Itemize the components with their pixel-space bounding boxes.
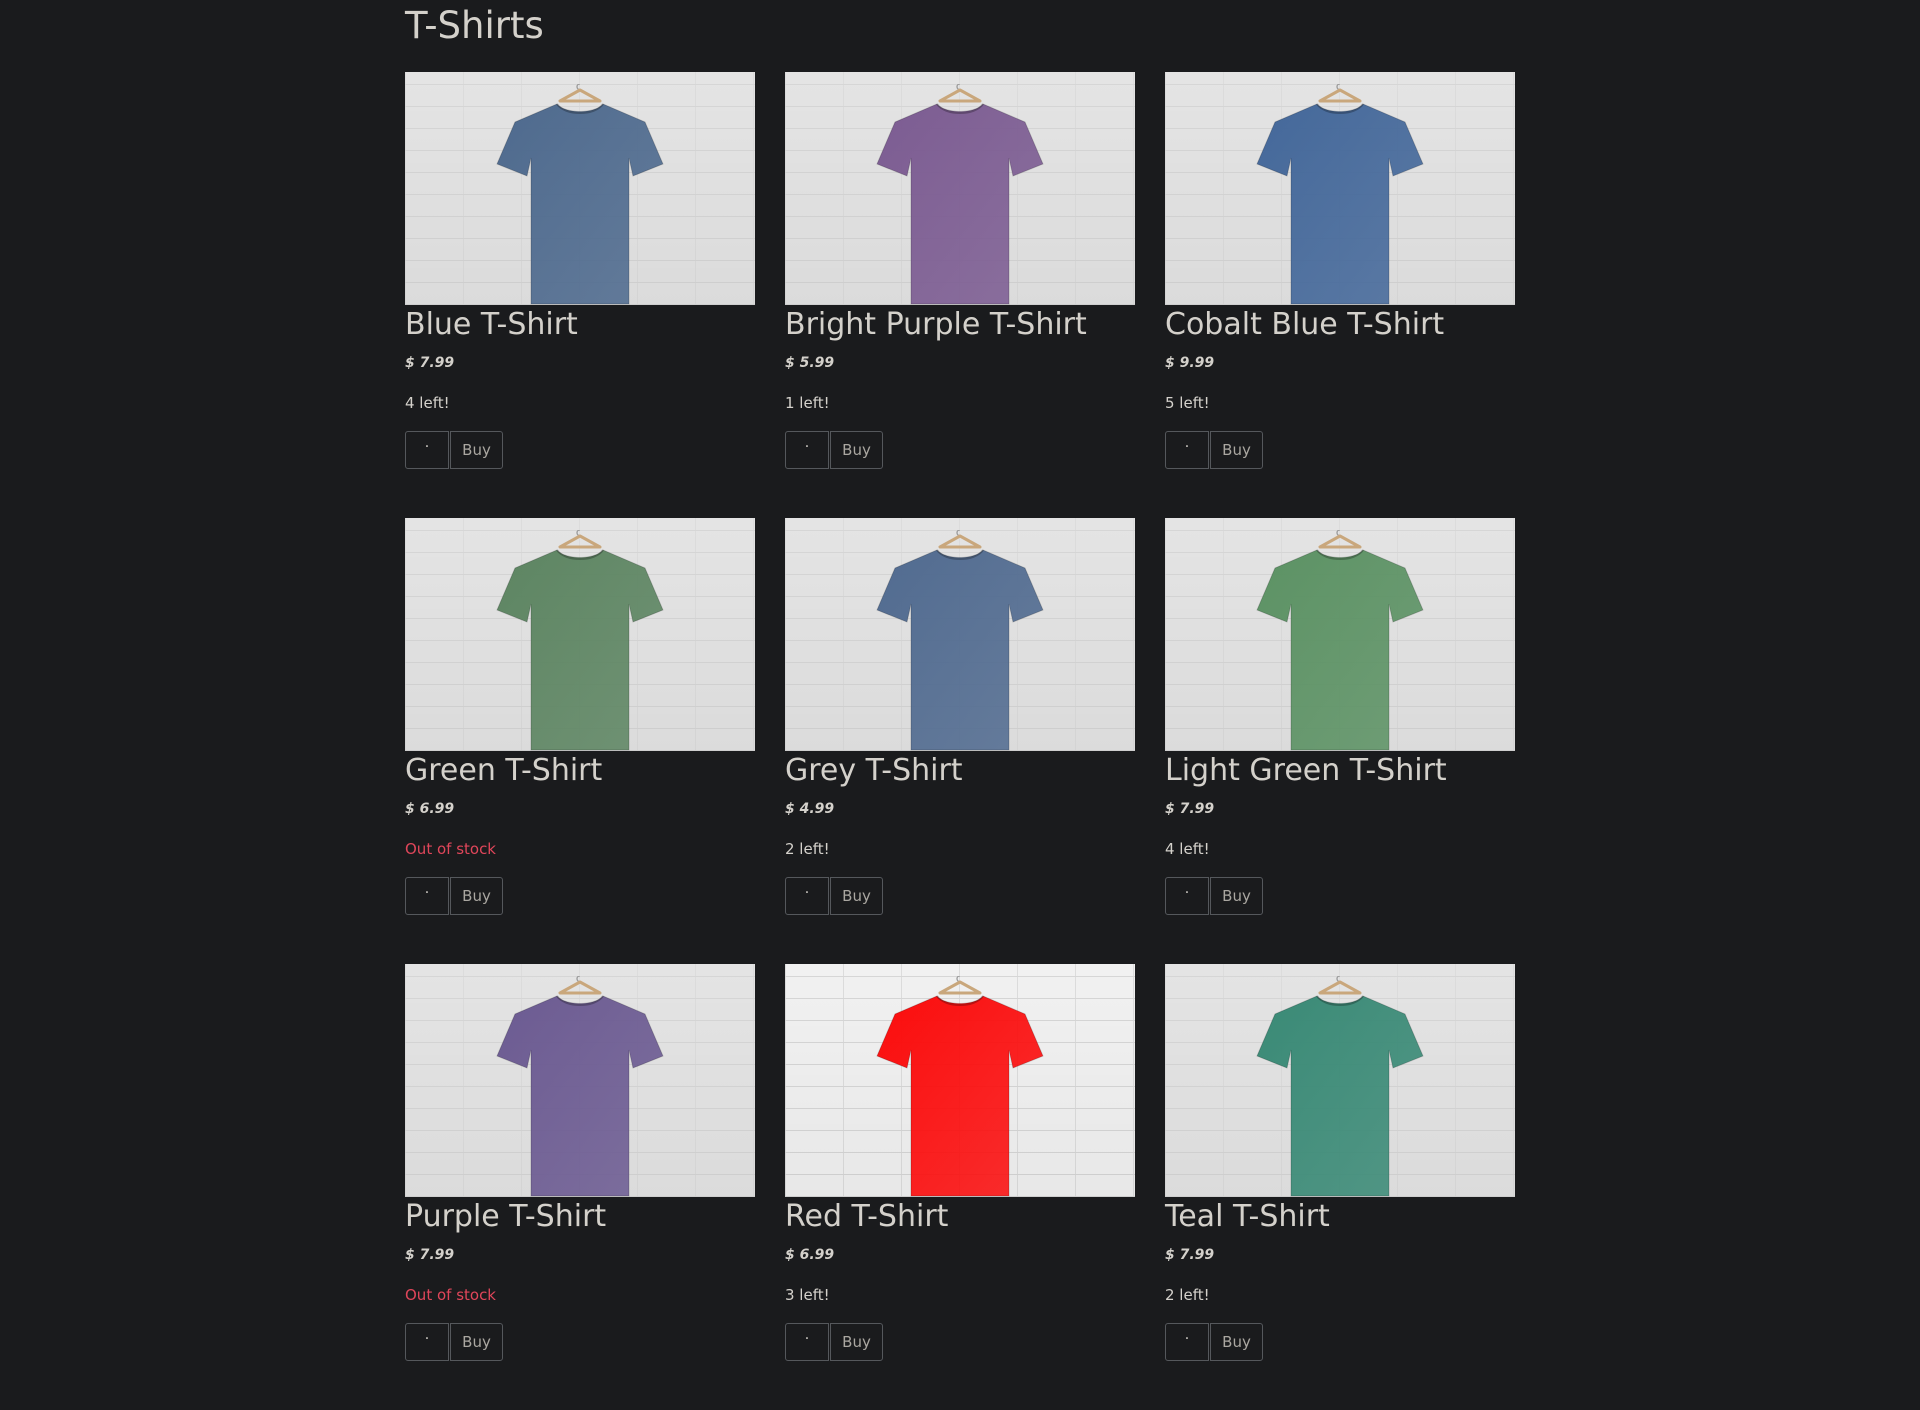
quantity-input[interactable]: · — [785, 877, 829, 915]
product-name[interactable]: Bright Purple T-Shirt — [785, 305, 1135, 345]
quantity-input[interactable]: · — [1165, 431, 1209, 469]
product-image[interactable] — [1165, 518, 1515, 751]
blue-tshirt-image — [496, 103, 664, 305]
buy-controls: · Buy — [405, 877, 755, 915]
product-image[interactable] — [785, 72, 1135, 305]
buy-controls: · Buy — [785, 1323, 1135, 1361]
quantity-input[interactable]: · — [1165, 1323, 1209, 1361]
quantity-input[interactable]: · — [785, 1323, 829, 1361]
quantity-input[interactable]: · — [405, 431, 449, 469]
main-container: T-Shirts Blue T-Shirt $ 7.99 4 left! · B… — [405, 0, 1515, 1410]
product-image[interactable] — [785, 964, 1135, 1197]
product-price: $ 4.99 — [785, 801, 835, 817]
buy-button[interactable]: Buy — [1210, 431, 1263, 469]
quantity-input[interactable]: · — [785, 431, 829, 469]
product-card: Blue T-Shirt $ 7.99 4 left! · Buy — [405, 72, 755, 518]
light-green-tshirt-image — [1256, 549, 1424, 751]
bright-purple-tshirt-image — [876, 103, 1044, 305]
red-tshirt-image — [876, 995, 1044, 1197]
product-name[interactable]: Purple T-Shirt — [405, 1197, 755, 1237]
product-price: $ 7.99 — [405, 1247, 455, 1263]
product-grid: Blue T-Shirt $ 7.99 4 left! · Buy Bright… — [405, 72, 1515, 1410]
product-card: Cobalt Blue T-Shirt $ 9.99 5 left! · Buy — [1165, 72, 1515, 518]
product-name[interactable]: Green T-Shirt — [405, 751, 755, 791]
product-price: $ 6.99 — [785, 1247, 835, 1263]
stock-status: Out of stock — [405, 840, 496, 858]
buy-button[interactable]: Buy — [1210, 1323, 1263, 1361]
product-name[interactable]: Red T-Shirt — [785, 1197, 1135, 1237]
product-name[interactable]: Teal T-Shirt — [1165, 1197, 1515, 1237]
product-image[interactable] — [405, 518, 755, 751]
product-card: Purple T-Shirt $ 7.99 Out of stock · Buy — [405, 964, 755, 1410]
buy-controls: · Buy — [785, 877, 1135, 915]
quantity-input[interactable]: · — [405, 877, 449, 915]
stock-status: 3 left! — [785, 1286, 830, 1304]
product-image[interactable] — [785, 518, 1135, 751]
product-card: Teal T-Shirt $ 7.99 2 left! · Buy — [1165, 964, 1515, 1410]
product-name[interactable]: Blue T-Shirt — [405, 305, 755, 345]
cobalt-blue-tshirt-image — [1256, 103, 1424, 305]
buy-button[interactable]: Buy — [830, 431, 883, 469]
green-tshirt-image — [496, 549, 664, 751]
product-card: Grey T-Shirt $ 4.99 2 left! · Buy — [785, 518, 1135, 964]
buy-button[interactable]: Buy — [450, 431, 503, 469]
product-name[interactable]: Light Green T-Shirt — [1165, 751, 1515, 791]
page-title: T-Shirts — [405, 4, 544, 47]
product-price: $ 7.99 — [1165, 801, 1215, 817]
buy-controls: · Buy — [1165, 877, 1515, 915]
product-image[interactable] — [405, 72, 755, 305]
buy-button[interactable]: Buy — [830, 1323, 883, 1361]
stock-status: 4 left! — [405, 394, 450, 412]
buy-button[interactable]: Buy — [450, 877, 503, 915]
buy-button[interactable]: Buy — [450, 1323, 503, 1361]
product-image[interactable] — [1165, 964, 1515, 1197]
buy-controls: · Buy — [1165, 1323, 1515, 1361]
product-name[interactable]: Cobalt Blue T-Shirt — [1165, 305, 1515, 345]
product-name[interactable]: Grey T-Shirt — [785, 751, 1135, 791]
buy-button[interactable]: Buy — [830, 877, 883, 915]
teal-tshirt-image — [1256, 995, 1424, 1197]
stock-status: 4 left! — [1165, 840, 1210, 858]
product-price: $ 5.99 — [785, 355, 835, 371]
stock-status: Out of stock — [405, 1286, 496, 1304]
stock-status: 2 left! — [1165, 1286, 1210, 1304]
stock-status: 1 left! — [785, 394, 830, 412]
product-card: Light Green T-Shirt $ 7.99 4 left! · Buy — [1165, 518, 1515, 964]
quantity-input[interactable]: · — [405, 1323, 449, 1361]
buy-button[interactable]: Buy — [1210, 877, 1263, 915]
product-card: Red T-Shirt $ 6.99 3 left! · Buy — [785, 964, 1135, 1410]
product-image[interactable] — [405, 964, 755, 1197]
purple-tshirt-image — [496, 995, 664, 1197]
product-card: Green T-Shirt $ 6.99 Out of stock · Buy — [405, 518, 755, 964]
grey-tshirt-image — [876, 549, 1044, 751]
product-image[interactable] — [1165, 72, 1515, 305]
buy-controls: · Buy — [405, 431, 755, 469]
buy-controls: · Buy — [1165, 431, 1515, 469]
product-card: Bright Purple T-Shirt $ 5.99 1 left! · B… — [785, 72, 1135, 518]
product-price: $ 6.99 — [405, 801, 455, 817]
stock-status: 5 left! — [1165, 394, 1210, 412]
buy-controls: · Buy — [405, 1323, 755, 1361]
buy-controls: · Buy — [785, 431, 1135, 469]
product-price: $ 7.99 — [1165, 1247, 1215, 1263]
product-price: $ 9.99 — [1165, 355, 1215, 371]
stock-status: 2 left! — [785, 840, 830, 858]
product-price: $ 7.99 — [405, 355, 455, 371]
quantity-input[interactable]: · — [1165, 877, 1209, 915]
